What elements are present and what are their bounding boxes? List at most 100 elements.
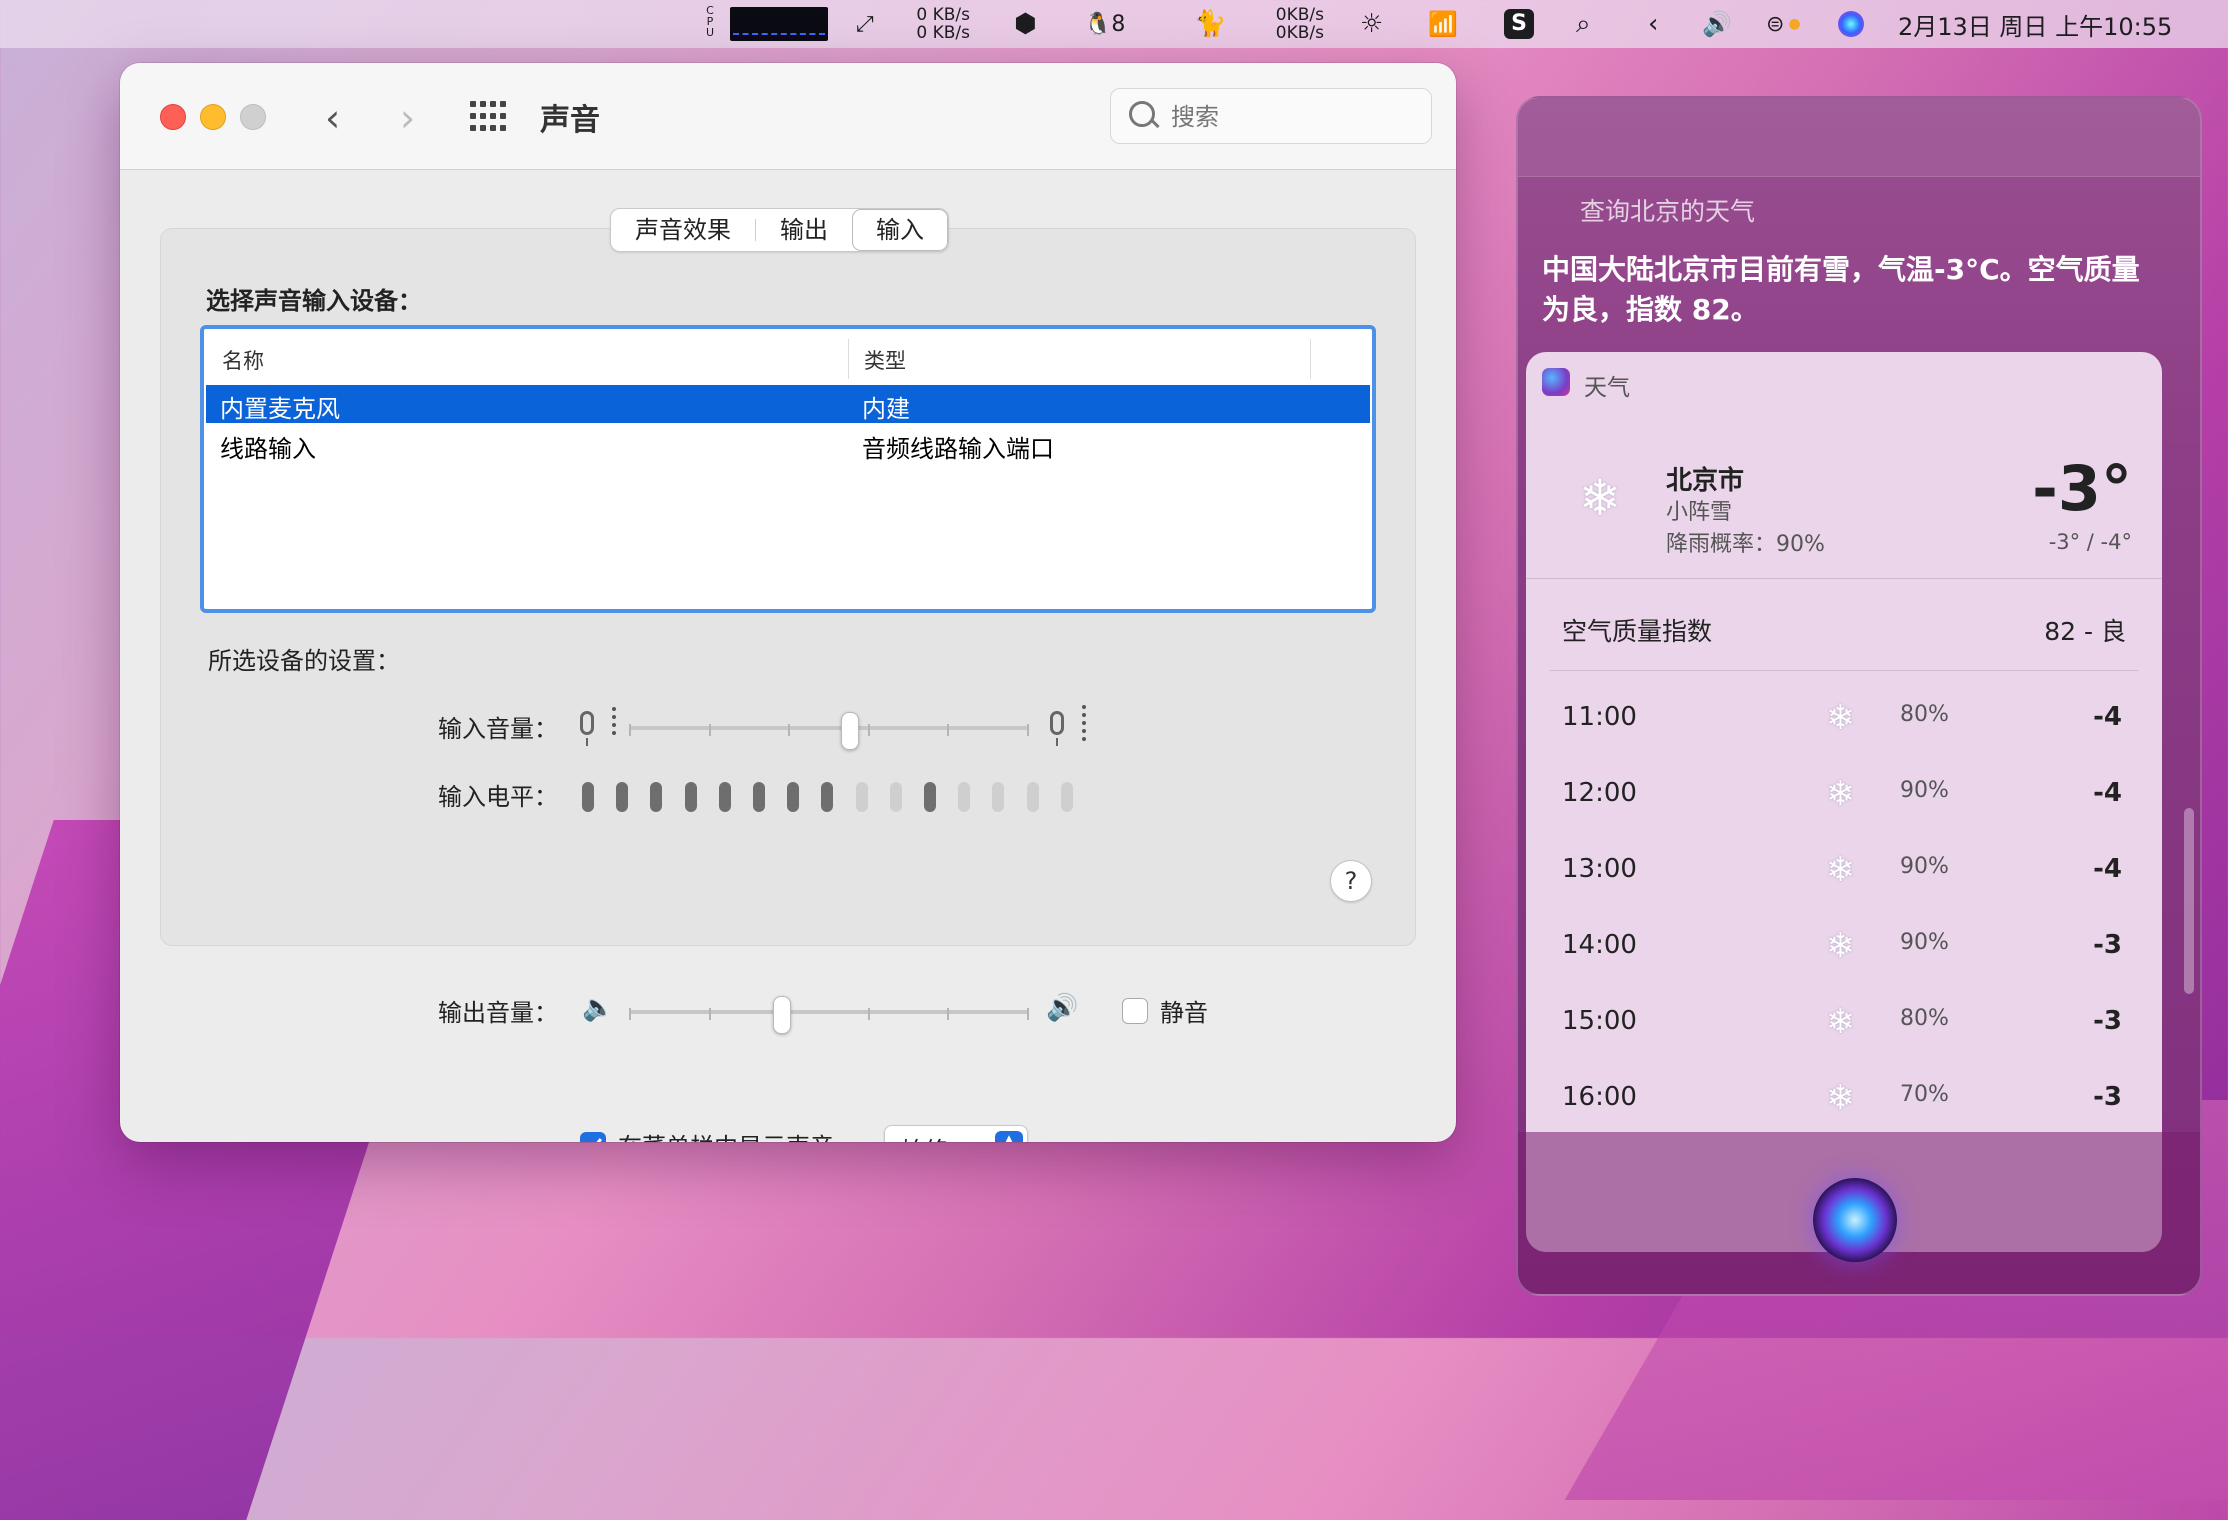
input-device-table[interactable]: 名称 类型 内置麦克风 内建 线路输入 音频线路输入端口 — [200, 325, 1376, 613]
brightness-icon[interactable]: ☼ — [1360, 0, 1383, 48]
help-button[interactable]: ? — [1330, 860, 1372, 902]
control-center-icon[interactable]: ⊜ ● — [1766, 0, 1801, 48]
tab-bar: 声音效果 输出 输入 — [610, 208, 949, 252]
level-segment — [718, 782, 731, 812]
level-segment — [889, 782, 902, 812]
mute-checkbox[interactable] — [1122, 998, 1148, 1024]
level-segment — [958, 782, 971, 812]
device-type: 内建 — [862, 395, 910, 423]
hour-time: 11:00 — [1562, 702, 1637, 732]
wifi-icon[interactable]: 📶 — [1428, 0, 1458, 48]
select-device-label: 选择声音输入设备： — [206, 287, 422, 315]
level-segment — [821, 782, 834, 812]
slider-tick — [708, 1008, 711, 1020]
level-segment — [787, 782, 800, 812]
back-button[interactable]: ‹ — [325, 96, 340, 140]
weather-card[interactable]: 天气 ❄ 北京市 小阵雪 降雨概率：90% -3° -3° / -4° 空气质量… — [1526, 352, 2162, 1252]
slider-tick — [947, 724, 950, 736]
hourly-row: 12:00 ❄ 90% -4 — [1526, 760, 2162, 836]
slider-tick — [629, 1008, 631, 1020]
aqi-label: 空气质量指数 — [1562, 617, 1713, 646]
level-segment — [616, 782, 629, 812]
hour-temp: -3 — [2093, 1006, 2122, 1036]
snowflake-icon: ❄ — [1826, 926, 1855, 966]
mic-high-icon — [1050, 711, 1064, 746]
slider-tick — [629, 724, 631, 736]
network-speed-1[interactable]: 0 KB/s 0 KB/s — [900, 6, 970, 42]
hour-pct: 90% — [1900, 778, 1949, 803]
tab-input[interactable]: 输入 — [852, 209, 948, 251]
table-row[interactable]: 内置麦克风 内建 — [206, 385, 1370, 423]
siri-panel: 查询北京的天气 中国大陆北京市目前有雪，气温-3°C。空气质量为良，指数 82。… — [1516, 96, 2202, 1296]
tab-sound-effects[interactable]: 声音效果 — [611, 209, 755, 251]
tab-output[interactable]: 输出 — [756, 209, 852, 251]
search-input[interactable] — [1169, 99, 1413, 135]
cpu-graph[interactable] — [730, 7, 828, 41]
aqi-value: 82 - 良 — [2044, 617, 2126, 646]
input-volume-label: 输入音量： — [438, 715, 558, 743]
popup-arrows-icon: ▲▼ — [995, 1131, 1023, 1142]
slider-tick — [947, 1008, 950, 1020]
hour-time: 16:00 — [1562, 1082, 1637, 1112]
cat-icon[interactable]: 🐈 — [1194, 0, 1226, 48]
rain-chance: 降雨概率：90% — [1666, 532, 1825, 557]
chevron-left-icon[interactable]: ‹ — [1648, 0, 1658, 48]
search-icon — [1129, 101, 1155, 127]
zoom-button[interactable] — [240, 104, 266, 130]
slider-tick — [708, 724, 711, 736]
hour-pct: 80% — [1900, 702, 1949, 727]
siri-icon[interactable] — [1838, 0, 1864, 48]
hour-pct: 90% — [1900, 854, 1949, 879]
siri-orb-icon[interactable] — [1813, 1178, 1897, 1262]
show-option-popup[interactable]: 始终 ▲▼ — [884, 1125, 1028, 1142]
qq-badge: 8 — [1111, 11, 1126, 37]
hour-temp: -4 — [2093, 854, 2122, 884]
column-header-name[interactable]: 名称 — [222, 345, 264, 375]
device-name: 线路输入 — [220, 435, 316, 463]
net-up: 0KB/s — [1275, 5, 1324, 25]
volume-icon[interactable]: 🔊 — [1702, 0, 1732, 48]
spotlight-icon[interactable]: ⌕ — [1576, 0, 1591, 48]
level-segment — [582, 782, 594, 812]
app-s-icon[interactable]: S — [1504, 0, 1534, 48]
close-button[interactable] — [160, 104, 186, 130]
show-all-grid-icon[interactable] — [470, 101, 506, 133]
window-title: 声音 — [540, 103, 600, 138]
device-settings-label: 所选设备的设置： — [208, 647, 400, 675]
device-type: 音频线路输入端口 — [862, 435, 1054, 463]
qq-icon[interactable]: 🐧 8 — [1084, 0, 1125, 48]
net-up: 0 KB/s — [916, 5, 970, 25]
siri-scrollbar[interactable] — [2184, 808, 2194, 994]
forward-button[interactable]: › — [400, 96, 415, 140]
mic-low-dots-icon — [612, 707, 616, 739]
hourly-row: 13:00 ❄ 90% -4 — [1526, 836, 2162, 912]
level-segment — [684, 782, 697, 812]
network-speed-2[interactable]: 0KB/s 0KB/s — [1264, 6, 1324, 42]
search-field[interactable] — [1110, 88, 1432, 144]
transfer-icon[interactable]: ⤢ — [856, 0, 874, 48]
hour-temp: -4 — [2093, 778, 2122, 808]
hourly-row: 16:00 ❄ 70% -3 — [1526, 1064, 2162, 1140]
hour-time: 15:00 — [1562, 1006, 1637, 1036]
menu-bar: C P U ⤢ 0 KB/s 0 KB/s ⬢ 🐧 8 🐈 0KB/s 0KB/s… — [0, 0, 2228, 48]
slider-tick — [867, 1008, 870, 1020]
card-divider — [1550, 670, 2138, 671]
slider-thumb[interactable] — [840, 712, 859, 750]
weather-app-icon — [1542, 368, 1570, 396]
clock[interactable]: 2月13日 周日 上午10:55 — [1898, 0, 2172, 48]
column-header-type[interactable]: 类型 — [864, 345, 906, 375]
hourly-row: 11:00 ❄ 80% -4 — [1526, 684, 2162, 760]
show-in-menubar-checkbox[interactable] — [580, 1132, 606, 1142]
net-down: 0 KB/s — [916, 23, 970, 43]
table-row[interactable]: 线路输入 音频线路输入端口 — [206, 425, 1370, 463]
minimize-button[interactable] — [200, 104, 226, 130]
level-segment — [1060, 782, 1073, 812]
slider-thumb[interactable] — [773, 996, 792, 1034]
level-segment — [1026, 782, 1039, 812]
hexagon-icon[interactable]: ⬢ — [1014, 0, 1037, 48]
net-down: 0KB/s — [1275, 23, 1324, 43]
siri-query[interactable]: 查询北京的天气 — [1580, 192, 1755, 228]
input-level-label: 输入电平： — [438, 783, 558, 811]
snowflake-icon: ❄ — [1826, 698, 1855, 738]
level-segment — [992, 782, 1005, 812]
